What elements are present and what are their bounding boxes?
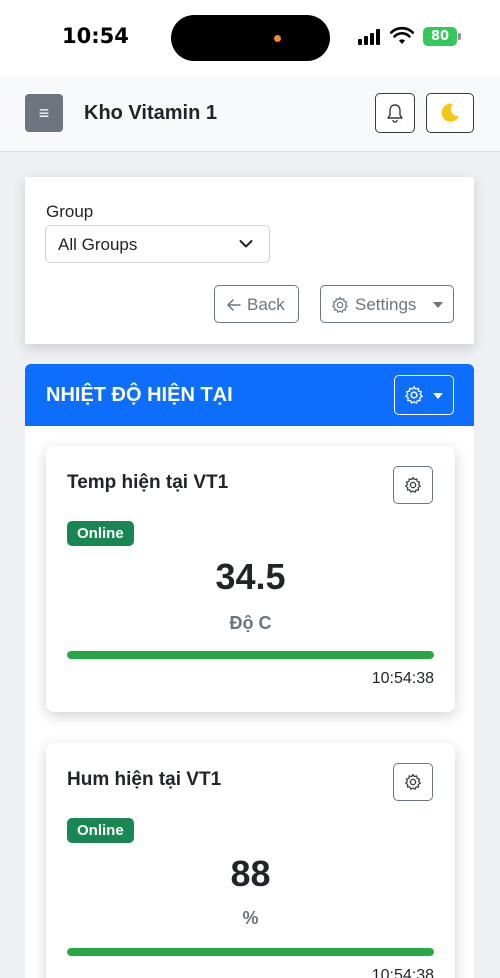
- group-label: Group: [46, 202, 94, 221]
- status-badge: Online: [67, 818, 134, 843]
- wifi-icon: [390, 26, 414, 44]
- status-badge: Online: [67, 521, 134, 546]
- widget-timestamp: 10:54:38: [371, 967, 434, 978]
- group-select[interactable]: All Groups: [45, 225, 270, 263]
- gear-icon: [405, 386, 423, 404]
- widget-title: Temp hiện tại VT1: [67, 472, 229, 493]
- progress-fill: [67, 948, 434, 956]
- battery-icon: 80: [423, 27, 457, 46]
- group-select-value: All Groups: [58, 235, 138, 254]
- menu-button[interactable]: ≡: [25, 94, 63, 132]
- section-settings-button[interactable]: [394, 375, 454, 415]
- settings-button-label: Settings: [355, 295, 417, 314]
- progress-bar: [67, 651, 434, 659]
- filter-card: Group All Groups Back Settings: [25, 177, 474, 344]
- status-bar: 10:54 80: [0, 0, 500, 76]
- arrow-left-icon: [227, 299, 241, 311]
- battery-tip: [458, 33, 461, 40]
- caret-down-icon: [433, 302, 443, 308]
- widget-title: Hum hiện tại VT1: [67, 769, 222, 790]
- progress-bar: [67, 948, 434, 956]
- chevron-down-icon: [239, 240, 253, 248]
- progress-fill: [67, 651, 434, 659]
- cellular-signal-icon: [358, 29, 384, 45]
- widget-card: Hum hiện tại VT1 Online 88 % 10:54:38: [46, 743, 455, 978]
- widget-unit: Độ C: [229, 613, 272, 633]
- back-button-label: Back: [247, 295, 285, 314]
- settings-dropdown-button[interactable]: Settings: [320, 285, 454, 323]
- dark-mode-toggle[interactable]: [426, 93, 474, 133]
- widget-card: Temp hiện tại VT1 Online 34.5 Độ C 10:54…: [46, 446, 455, 712]
- moon-icon: [441, 103, 459, 122]
- widget-value: 34.5: [215, 556, 286, 597]
- widget-timestamp: 10:54:38: [371, 670, 434, 687]
- gear-icon: [405, 476, 421, 493]
- dynamic-island: [171, 15, 330, 61]
- caret-down-icon: [433, 393, 443, 399]
- recording-indicator-icon: [274, 35, 281, 42]
- status-time: 10:54: [62, 24, 129, 48]
- notifications-button[interactable]: [375, 93, 415, 133]
- back-button[interactable]: Back: [214, 285, 299, 323]
- bell-icon: [387, 104, 403, 123]
- widget-settings-button[interactable]: [393, 466, 433, 504]
- app-navbar: ≡ Kho Vitamin 1: [0, 76, 500, 152]
- gear-icon: [332, 296, 348, 313]
- widget-value: 88: [230, 853, 271, 894]
- section-header: NHIỆT ĐỘ HIỆN TẠI: [25, 364, 474, 426]
- page-title: Kho Vitamin 1: [84, 102, 217, 124]
- gear-icon: [405, 773, 421, 790]
- widget-unit: %: [242, 908, 259, 928]
- section-title: NHIỆT ĐỘ HIỆN TẠI: [46, 384, 233, 406]
- widget-settings-button[interactable]: [393, 763, 433, 801]
